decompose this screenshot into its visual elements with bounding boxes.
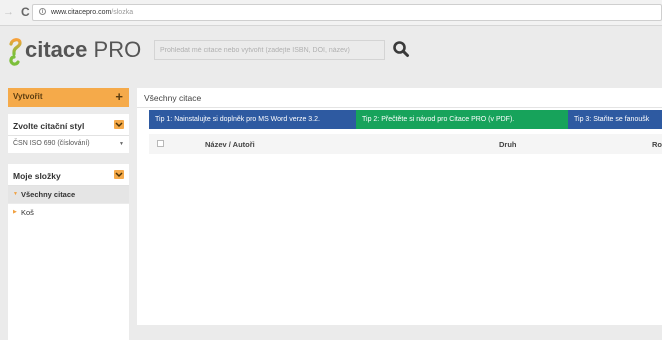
- tip-3[interactable]: Tip 3: Staňte se fanoušk: [568, 110, 662, 129]
- logo[interactable]: citace PRO: [0, 26, 141, 78]
- column-header-title-authors[interactable]: Název / Autoři: [205, 140, 255, 149]
- citation-style-label: Zvolte citační styl: [13, 121, 85, 131]
- reload-icon[interactable]: C: [21, 6, 30, 18]
- site-header: citace PRO: [0, 26, 662, 78]
- table-header: Název / Autoři Druh Ro: [149, 134, 662, 154]
- logo-text-strong: citace: [25, 37, 88, 62]
- my-folders-label: Moje složky: [13, 171, 61, 181]
- column-header-year[interactable]: Ro: [652, 140, 662, 149]
- select-all-checkbox[interactable]: [157, 140, 164, 147]
- folder-label: Všechny citace: [21, 190, 76, 199]
- caret-right-icon: ▶: [13, 209, 17, 215]
- url-host: www.citacepro.com: [51, 9, 112, 16]
- search-icon[interactable]: [392, 40, 410, 58]
- citation-style-header[interactable]: Zvolte citační styl: [8, 114, 129, 136]
- tip-2[interactable]: Tip 2: Přečtěte si návod pro Citace PRO …: [356, 110, 568, 129]
- address-bar[interactable]: i www.citacepro.com/slozka: [32, 4, 662, 21]
- main-panel: Všechny citace Tip 1: Nainstalujte si do…: [137, 88, 662, 325]
- folder-item-all-citations[interactable]: ▼ Všechny citace: [8, 186, 129, 203]
- citation-style-select[interactable]: ČSN ISO 690 (číslování) ▼: [8, 136, 129, 153]
- dropdown-arrow-icon: ▼: [119, 141, 124, 147]
- folders-panel: [8, 204, 129, 340]
- column-header-type[interactable]: Druh: [499, 140, 517, 149]
- caret-down-icon: ▼: [13, 191, 18, 197]
- page-title: Všechny citace: [144, 93, 202, 103]
- logo-mark-icon: [9, 38, 22, 66]
- info-icon[interactable]: i: [39, 8, 46, 15]
- folder-label: Koš: [21, 208, 34, 217]
- chevron-down-icon[interactable]: [114, 170, 124, 179]
- create-button[interactable]: Vytvořit +: [8, 88, 129, 107]
- logo-text: citace PRO: [25, 38, 141, 62]
- plus-icon: +: [115, 89, 123, 104]
- tip-1[interactable]: Tip 1: Nainstalujte si doplněk pro MS Wo…: [149, 110, 356, 129]
- search-input[interactable]: [154, 40, 385, 60]
- tips-bar: Tip 1: Nainstalujte si doplněk pro MS Wo…: [137, 110, 662, 129]
- page-title-bar: Všechny citace: [137, 88, 662, 108]
- url-text: www.citacepro.com/slozka: [51, 5, 133, 20]
- my-folders-header[interactable]: Moje složky: [8, 164, 129, 186]
- folder-item-trash[interactable]: ▶ Koš: [8, 204, 129, 221]
- url-path: /slozka: [111, 9, 134, 16]
- browser-toolbar: → C i www.citacepro.com/slozka: [0, 0, 662, 26]
- forward-arrow-icon[interactable]: →: [3, 7, 14, 18]
- logo-text-light: PRO: [93, 37, 142, 62]
- chevron-down-icon[interactable]: [114, 120, 124, 129]
- citation-style-value: ČSN ISO 690 (číslování): [13, 140, 90, 147]
- create-button-label: Vytvořit: [13, 92, 43, 101]
